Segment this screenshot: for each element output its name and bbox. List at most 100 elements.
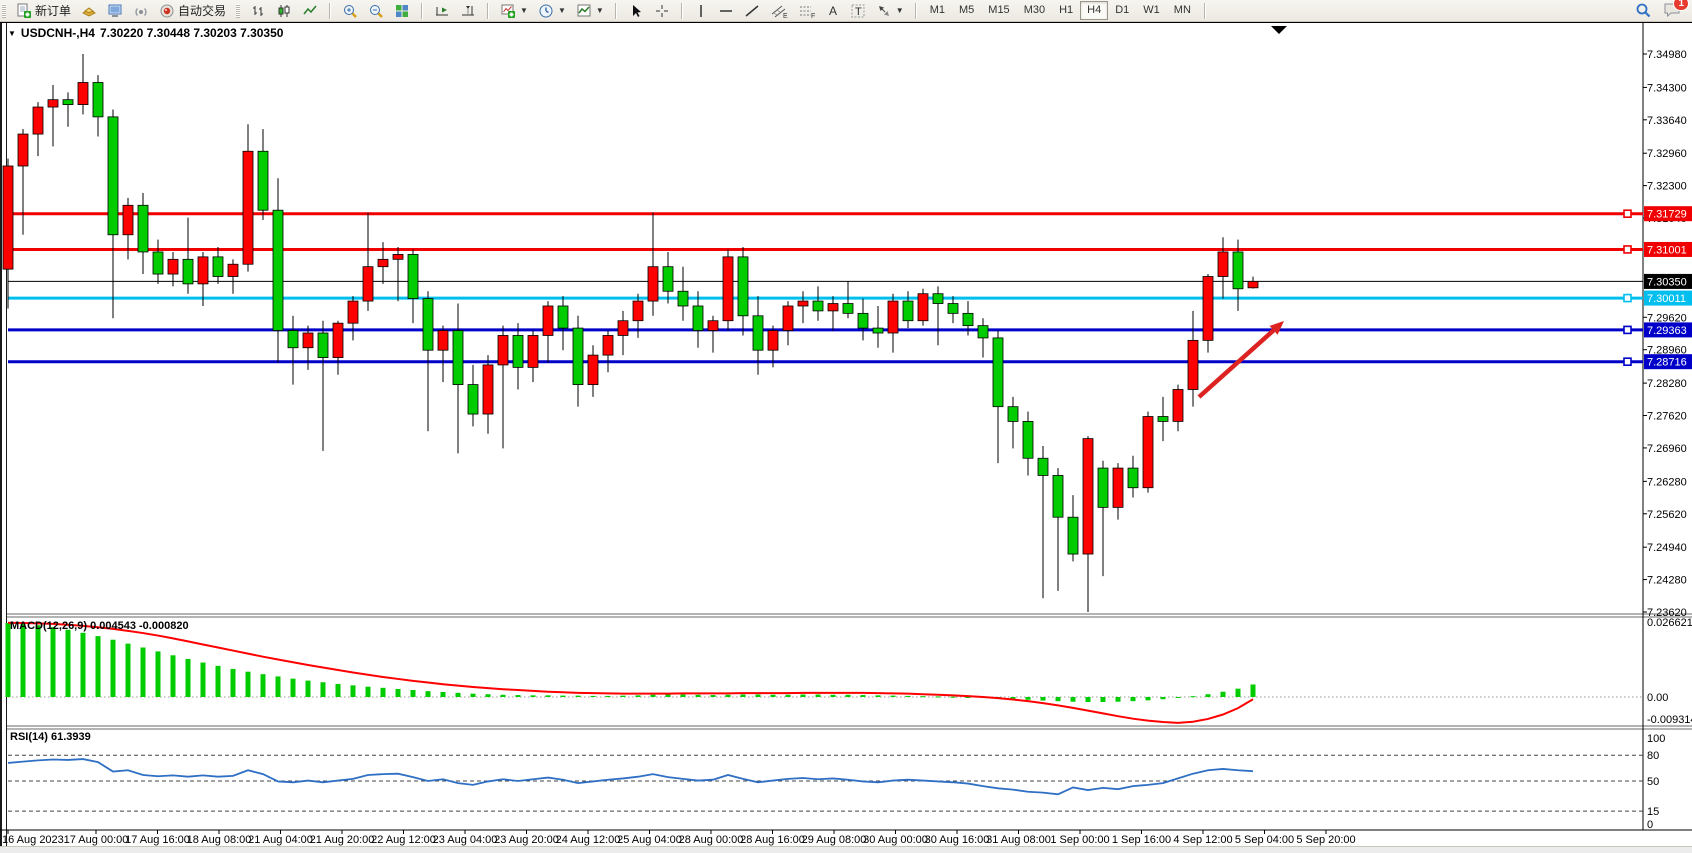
- zoom-in-button[interactable]: [337, 0, 363, 21]
- candle-body: [1218, 252, 1228, 277]
- candle-body: [1158, 417, 1168, 422]
- macd-histogram-bar: [96, 636, 101, 697]
- market-watch-button[interactable]: [76, 0, 102, 21]
- timeframe-m5[interactable]: M5: [952, 1, 981, 20]
- zoom-out-button[interactable]: [363, 0, 389, 21]
- candle-body: [1023, 421, 1033, 458]
- line-handle[interactable]: [1624, 295, 1631, 302]
- candle-body: [213, 257, 223, 277]
- fibonacci-button[interactable]: F: [793, 0, 821, 21]
- chart-shift-button[interactable]: [455, 0, 481, 21]
- candle-body: [153, 252, 163, 274]
- bar-chart-button[interactable]: [245, 0, 271, 21]
- candle-body: [753, 316, 763, 350]
- autotrading-label: 自动交易: [178, 2, 226, 19]
- macd-histogram-bar: [156, 651, 161, 697]
- notifications-button[interactable]: 1: [1663, 1, 1682, 21]
- crosshair-button[interactable]: [649, 0, 675, 21]
- chevron-down-icon: ▼: [558, 6, 566, 15]
- indicators-button[interactable]: ▼: [571, 0, 609, 21]
- svg-text:F: F: [811, 13, 815, 19]
- candle-body: [228, 264, 238, 276]
- macd-scale-label: -0.009314: [1647, 714, 1692, 726]
- candle-body: [1098, 468, 1108, 507]
- macd-histogram-bar: [1086, 697, 1091, 702]
- tile-windows-button[interactable]: [389, 0, 415, 21]
- candlestick-button[interactable]: [271, 0, 297, 21]
- line-chart-button[interactable]: [297, 0, 323, 21]
- macd-histogram-bar: [786, 695, 791, 697]
- macd-histogram-bar: [1056, 697, 1061, 701]
- chevron-down-icon: ▼: [596, 6, 604, 15]
- candle-body: [333, 323, 343, 357]
- macd-histogram-bar: [186, 659, 191, 697]
- macd-histogram-bar: [771, 695, 776, 697]
- horizontal-line-button[interactable]: [713, 0, 739, 21]
- macd-histogram-bar: [276, 676, 281, 697]
- new-chart-button[interactable]: ▼: [495, 0, 533, 21]
- candle-body: [48, 100, 58, 107]
- macd-histogram-bar: [456, 693, 461, 697]
- line-handle[interactable]: [1624, 358, 1631, 365]
- timeframe-m15[interactable]: M15: [981, 1, 1016, 20]
- macd-label: MACD(12,26,9) 0.004543 -0.000820: [10, 620, 189, 632]
- timeframe-m30[interactable]: M30: [1017, 1, 1052, 20]
- rsi-scale-label: 0: [1647, 819, 1653, 831]
- period-button[interactable]: ▼: [533, 0, 571, 21]
- cursor-button[interactable]: [623, 0, 649, 21]
- equidistant-channel-button[interactable]: E: [765, 0, 793, 21]
- macd-histogram-bar: [141, 648, 146, 697]
- signals-button[interactable]: [128, 0, 154, 21]
- auto-scroll-button[interactable]: [429, 0, 455, 21]
- timeframe-h4[interactable]: H4: [1080, 1, 1108, 20]
- timeframe-group: M1M5M15M30H1H4D1W1MN: [920, 1, 1201, 21]
- vertical-line-button[interactable]: [689, 0, 713, 21]
- toolbar-grip[interactable]: [2, 4, 6, 18]
- time-axis-label: 23 Aug 04:00: [433, 834, 498, 846]
- line-handle[interactable]: [1624, 326, 1631, 333]
- candle-body: [918, 294, 928, 321]
- svg-text:T: T: [855, 6, 862, 18]
- line-handle[interactable]: [1624, 210, 1631, 217]
- macd-histogram-bar: [306, 681, 311, 697]
- terminal-button[interactable]: [102, 0, 128, 21]
- candle-body: [1128, 468, 1138, 488]
- candle-body: [843, 304, 853, 314]
- candle-body: [768, 331, 778, 351]
- macd-histogram-bar: [1146, 697, 1151, 700]
- price-tick-label: 7.26280: [1647, 476, 1687, 488]
- chevron-down-icon[interactable]: ▼: [8, 29, 16, 38]
- arrows-button[interactable]: ▼: [871, 0, 909, 21]
- macd-histogram-bar: [951, 697, 956, 698]
- macd-histogram-bar: [561, 696, 566, 697]
- line-handle[interactable]: [1624, 246, 1631, 253]
- trendline-button[interactable]: [739, 0, 765, 21]
- new-order-button[interactable]: 新订单: [11, 0, 76, 21]
- candle-body: [1008, 407, 1018, 422]
- timeframe-m1[interactable]: M1: [923, 1, 952, 20]
- search-button[interactable]: [1630, 0, 1657, 21]
- price-tick-label: 7.24280: [1647, 575, 1687, 587]
- chart-canvas[interactable]: 7.349807.343007.336407.329607.323007.316…: [0, 23, 1692, 847]
- timeframe-mn[interactable]: MN: [1167, 1, 1198, 20]
- gold-stack-icon: [81, 3, 97, 19]
- time-axis-label: 30 Aug 00:00: [863, 834, 928, 846]
- macd-histogram-bar: [246, 672, 251, 697]
- text-label-button[interactable]: T: [845, 0, 871, 21]
- time-axis-label: 1 Sep 00:00: [1050, 834, 1109, 846]
- macd-histogram-bar: [171, 655, 176, 697]
- timeframe-d1[interactable]: D1: [1108, 1, 1136, 20]
- text-button[interactable]: A: [821, 0, 845, 21]
- autotrading-icon: [159, 3, 175, 19]
- candle-body: [468, 385, 478, 414]
- candle-body: [603, 335, 613, 355]
- macd-histogram-bar: [921, 696, 926, 697]
- autotrading-button[interactable]: 自动交易: [154, 0, 231, 21]
- macd-histogram-bar: [576, 696, 581, 697]
- timeframe-h1[interactable]: H1: [1052, 1, 1080, 20]
- toolbar-grip[interactable]: [236, 4, 240, 18]
- timeframe-w1[interactable]: W1: [1136, 1, 1167, 20]
- candle-body: [123, 205, 133, 234]
- macd-histogram-bar: [201, 663, 206, 697]
- chart-shift-marker[interactable]: [1271, 26, 1287, 34]
